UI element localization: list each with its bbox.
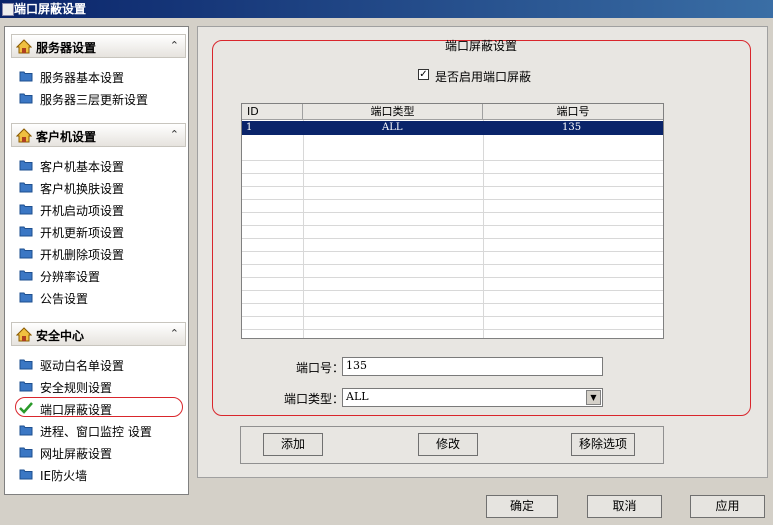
folder-icon [19, 160, 33, 171]
port-table[interactable]: ID 端口类型 端口号 1 ALL 135 [241, 103, 664, 339]
folder-icon [19, 204, 33, 215]
collapse-chevron-icon[interactable]: ⌃ [170, 327, 179, 340]
sidebar-item-server-basic[interactable]: 服务器基本设置 [15, 66, 185, 86]
table-row [242, 330, 663, 338]
folder-icon [19, 359, 33, 370]
sidebar-item-driver-whitelist[interactable]: 驱动白名单设置 [15, 354, 185, 374]
home-icon [16, 39, 32, 54]
cell-id: 1 [246, 122, 253, 133]
table-row [242, 174, 663, 187]
folder-icon [19, 381, 33, 392]
sidebar-group-client: 客户机设置 ⌃ 客户机基本设置 客户机换肤设置 开机启动项设置 开机更新项设置 [11, 123, 186, 306]
table-row [242, 161, 663, 174]
table-row [242, 265, 663, 278]
sidebar-item-boot-delete[interactable]: 开机删除项设置 [15, 243, 185, 263]
cell-port-type: ALL [382, 122, 403, 133]
sidebar-item-security-rules[interactable]: 安全规则设置 [15, 376, 185, 396]
table-row [242, 187, 663, 200]
app-icon [2, 3, 14, 16]
sidebar-group-title: 服务器设置 [36, 41, 97, 55]
home-icon [16, 327, 32, 342]
dropdown-arrow-icon[interactable]: ▼ [586, 390, 601, 405]
sidebar-item-client-basic[interactable]: 客户机基本设置 [15, 155, 185, 175]
home-icon [16, 128, 32, 143]
folder-icon [19, 93, 33, 104]
collapse-chevron-icon[interactable]: ⌃ [170, 128, 179, 141]
remove-option-button[interactable]: 移除选项 [571, 433, 635, 456]
column-header-port-number[interactable]: 端口号 [483, 104, 663, 120]
table-row [242, 226, 663, 239]
sidebar-item-ie-firewall[interactable]: IE防火墙 [15, 464, 185, 484]
column-header-port-type[interactable]: 端口类型 [303, 104, 483, 120]
cell-port-number: 135 [562, 122, 582, 133]
sidebar-group-header[interactable]: 服务器设置 ⌃ [11, 34, 186, 58]
sidebar-item-notice[interactable]: 公告设置 [15, 287, 185, 307]
table-row [242, 278, 663, 291]
sidebar-item-boot-update[interactable]: 开机更新项设置 [15, 221, 185, 241]
enable-port-block-label: 是否启用端口屏蔽 [435, 70, 532, 84]
folder-icon [19, 292, 33, 303]
table-row [242, 148, 663, 161]
sidebar: 服务器设置 ⌃ 服务器基本设置 服务器三层更新设置 客户机设置 ⌃ 客户机基本设… [4, 26, 189, 495]
folder-icon [19, 425, 33, 436]
port-type-select[interactable]: ALL ▼ [342, 388, 603, 407]
port-type-label: 端口类型： [284, 392, 345, 406]
sidebar-group-title: 安全中心 [36, 329, 85, 343]
sidebar-group-header[interactable]: 客户机设置 ⌃ [11, 123, 186, 147]
table-row [242, 317, 663, 330]
column-header-id[interactable]: ID [242, 104, 303, 120]
sidebar-item-port-block[interactable]: 端口屏蔽设置 [15, 397, 185, 418]
port-number-label: 端口号： [296, 361, 345, 375]
table-row [242, 239, 663, 252]
table-row [242, 291, 663, 304]
enable-port-block-checkbox[interactable]: ✓ [418, 69, 429, 80]
sidebar-group-security: 安全中心 ⌃ 驱动白名单设置 安全规则设置 端口屏蔽设置 进程、窗口监控 设置 [11, 322, 186, 483]
folder-icon [19, 71, 33, 82]
collapse-chevron-icon[interactable]: ⌃ [170, 39, 179, 52]
table-row [242, 252, 663, 265]
panel-title: 端口屏蔽设置 [445, 39, 518, 53]
folder-icon [19, 248, 33, 259]
window-title: 端口屏蔽设置 [14, 2, 87, 16]
checkmark-icon [19, 402, 33, 414]
table-row-selected[interactable]: 1 ALL 135 [242, 121, 663, 135]
sidebar-item-server-layer3[interactable]: 服务器三层更新设置 [15, 88, 185, 108]
table-row [242, 200, 663, 213]
folder-icon [19, 270, 33, 281]
sidebar-item-url-block[interactable]: 网址屏蔽设置 [15, 442, 185, 462]
sidebar-item-startup[interactable]: 开机启动项设置 [15, 199, 185, 219]
port-number-input[interactable]: 135 [342, 357, 603, 376]
apply-button[interactable]: 应用 [690, 495, 765, 518]
folder-icon [19, 469, 33, 480]
ok-button[interactable]: 确定 [486, 495, 558, 518]
sidebar-group-title: 客户机设置 [36, 130, 97, 144]
cancel-button[interactable]: 取消 [587, 495, 662, 518]
folder-icon [19, 182, 33, 193]
sidebar-item-process-monitor[interactable]: 进程、窗口监控 设置 [15, 420, 185, 440]
window-titlebar: 端口屏蔽设置 [0, 0, 773, 18]
folder-icon [19, 226, 33, 237]
sidebar-group-server: 服务器设置 ⌃ 服务器基本设置 服务器三层更新设置 [11, 34, 186, 107]
sidebar-item-resolution[interactable]: 分辨率设置 [15, 265, 185, 285]
sidebar-item-client-skin[interactable]: 客户机换肤设置 [15, 177, 185, 197]
table-row [242, 304, 663, 317]
folder-icon [19, 447, 33, 458]
port-type-selected: ALL [346, 390, 369, 403]
sidebar-group-header[interactable]: 安全中心 ⌃ [11, 322, 186, 346]
add-button[interactable]: 添加 [263, 433, 323, 456]
modify-button[interactable]: 修改 [418, 433, 478, 456]
table-row [242, 213, 663, 226]
